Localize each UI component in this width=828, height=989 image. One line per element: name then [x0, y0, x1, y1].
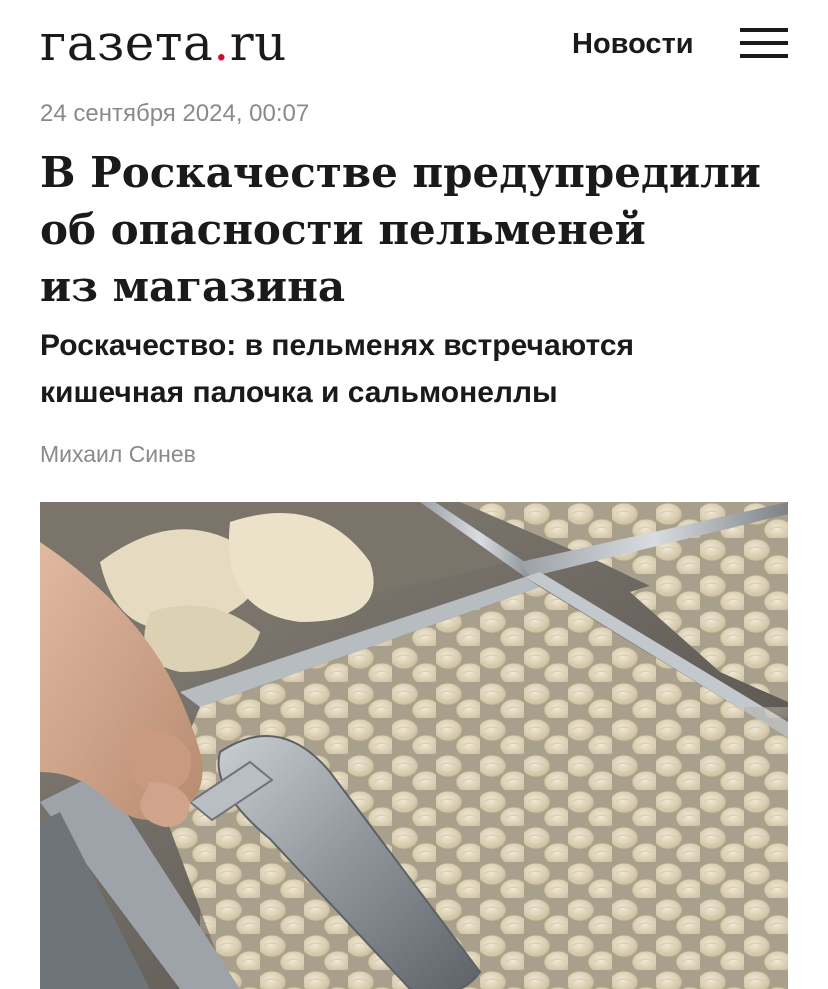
site-logo[interactable]: газета.ru — [40, 8, 287, 78]
subheadline-line: кишечная палочка и сальмонеллы — [40, 376, 558, 409]
article-subheadline: Роскачество: в пельменях встречаются киш… — [40, 322, 800, 416]
logo-text: газета — [40, 14, 214, 72]
logo-tld: ru — [229, 14, 287, 72]
hamburger-menu-icon[interactable] — [736, 28, 792, 60]
site-header: газета.ru Новости — [0, 0, 828, 88]
menu-bar-bottom — [740, 54, 788, 58]
article-date: 24 сентября 2024, 00:07 — [40, 100, 310, 127]
headline-line: об опасности пельменей — [40, 205, 646, 254]
article-author[interactable]: Михаил Синев — [40, 438, 196, 470]
menu-bar-middle — [740, 41, 788, 45]
headline-line: В Роскачестве предупредили — [40, 148, 761, 197]
logo-dot: . — [213, 14, 230, 72]
news-nav-link[interactable]: Новости — [572, 25, 694, 63]
menu-bar-top — [740, 28, 788, 32]
article-photo — [40, 502, 788, 989]
article-headline: В Роскачестве предупредили об опасности … — [40, 144, 800, 315]
subheadline-line: Роскачество: в пельменях встречаются — [40, 329, 635, 362]
headline-line: из магазина — [40, 262, 346, 311]
dumplings-photo-illustration — [40, 502, 788, 989]
